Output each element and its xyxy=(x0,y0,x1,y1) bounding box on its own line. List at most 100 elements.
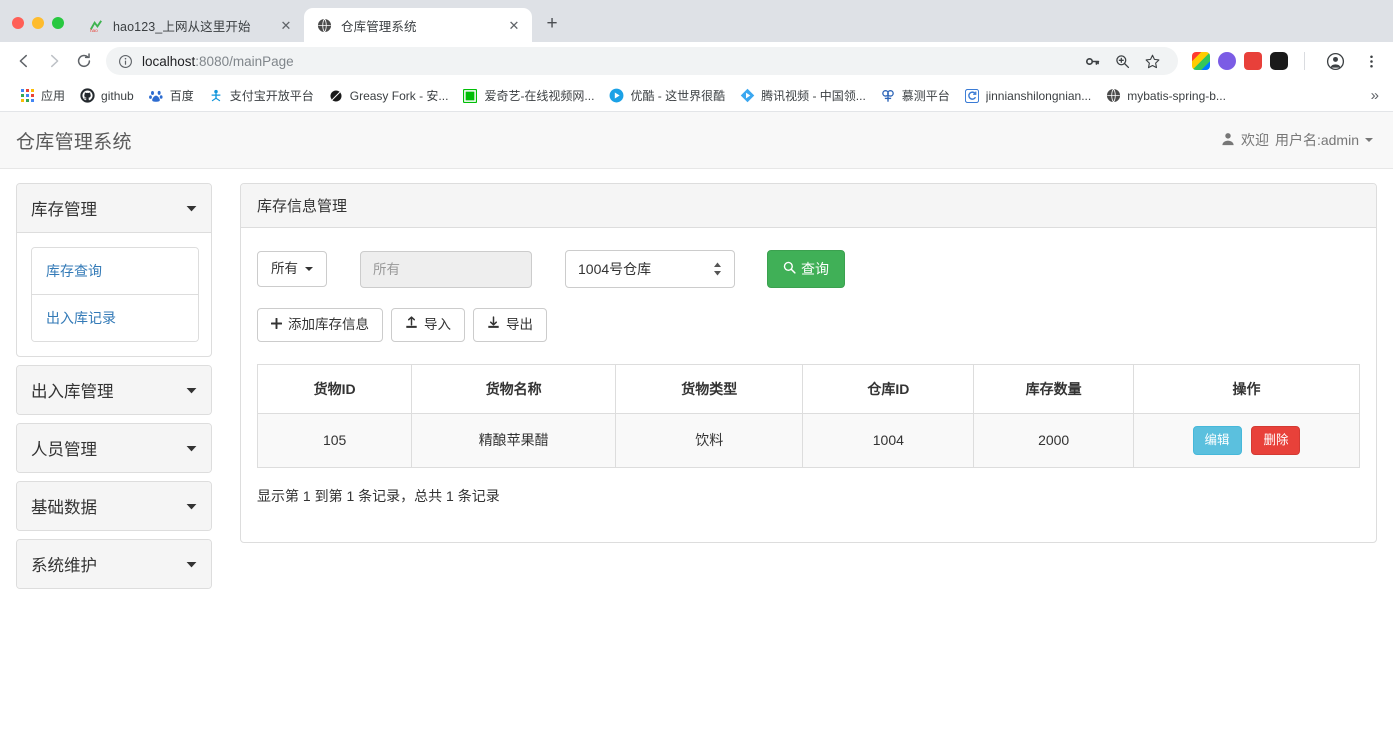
sidebar-group-maintenance-header[interactable]: 系统维护 xyxy=(17,540,211,588)
browser-window: hao hao123_上网从这里开始 ✕ 仓库管理系统 ✕ + localhos… xyxy=(0,0,1393,747)
column-header-goods-type[interactable]: 货物类型 xyxy=(615,364,804,414)
caret-down-icon xyxy=(305,267,313,272)
extension-purple-r-icon[interactable] xyxy=(1218,52,1236,70)
bookmark-label: github xyxy=(101,88,134,103)
info-circle-icon[interactable] xyxy=(118,54,133,69)
import-button[interactable]: 导入 xyxy=(391,308,465,342)
bookmark-greasyfork[interactable]: Greasy Fork - 安... xyxy=(321,84,456,107)
warehouse-select-value: 1004号仓库 xyxy=(578,261,652,278)
extension-fe-icon[interactable] xyxy=(1244,52,1262,70)
new-tab-button[interactable]: + xyxy=(538,10,566,38)
bookmark-label: 腾讯视频 - 中国领... xyxy=(761,89,866,103)
mooctest-icon xyxy=(880,88,896,104)
extension-colorful-icon[interactable] xyxy=(1192,52,1210,70)
back-icon[interactable] xyxy=(10,47,38,75)
app-body: 库存管理 库存查询 出入库记录 出入库管理 人员管理 基础数据 系统维护 库存信… xyxy=(0,169,1393,597)
export-icon xyxy=(487,316,500,334)
add-inventory-label: 添加库存信息 xyxy=(288,317,369,333)
sidebar-group-inout: 出入库管理 xyxy=(16,365,212,415)
bookmark-mybatis-spring[interactable]: mybatis-spring-b... xyxy=(1098,85,1233,107)
cell-quantity: 2000 xyxy=(973,413,1135,468)
bookmark-alipay[interactable]: 支付宝开放平台 xyxy=(201,84,321,107)
url-path: :8080/mainPage xyxy=(195,53,294,69)
search-button-label: 查询 xyxy=(801,261,829,277)
inventory-table: 货物ID 货物名称 货物类型 仓库ID 库存数量 操作 105 精酿苹果醋 饮料… xyxy=(257,363,1360,468)
user-menu[interactable]: 欢迎 用户名:admin xyxy=(1221,130,1373,150)
bookmark-iqiyi[interactable]: 爱奇艺-在线视频网... xyxy=(455,84,601,107)
plus-icon xyxy=(270,316,283,334)
export-button[interactable]: 导出 xyxy=(473,308,547,342)
sidebar-group-basedata: 基础数据 xyxy=(16,481,212,531)
sidebar-group-basedata-header[interactable]: 基础数据 xyxy=(17,482,211,530)
minimize-window-button[interactable] xyxy=(32,17,44,29)
caret-down-icon xyxy=(186,381,197,400)
add-inventory-button[interactable]: 添加库存信息 xyxy=(257,308,383,342)
svg-text:hao: hao xyxy=(89,28,97,33)
column-header-warehouse-id[interactable]: 仓库ID xyxy=(802,364,975,414)
reload-icon[interactable] xyxy=(70,47,98,75)
search-button[interactable]: 查询 xyxy=(767,250,845,289)
generic-blue-icon xyxy=(964,88,980,104)
bookmark-baidu[interactable]: 百度 xyxy=(141,84,201,107)
export-label: 导出 xyxy=(506,317,533,333)
cell-goods-name: 精酿苹果醋 xyxy=(411,413,617,468)
bookmark-github[interactable]: github xyxy=(72,85,141,107)
keyword-input[interactable] xyxy=(360,250,532,288)
baidu-icon xyxy=(148,88,164,104)
url-host: localhost xyxy=(142,53,196,69)
cell-warehouse-id: 1004 xyxy=(802,413,975,468)
sidebar-group-staff-header[interactable]: 人员管理 xyxy=(17,424,211,472)
globe-icon xyxy=(316,17,332,33)
close-icon[interactable]: ✕ xyxy=(278,17,294,33)
sidebar-group-inventory: 库存管理 库存查询 出入库记录 xyxy=(16,183,212,357)
sidebar-group-staff: 人员管理 xyxy=(16,423,212,473)
app-brand-title[interactable]: 仓库管理系统 xyxy=(16,127,132,154)
key-icon[interactable] xyxy=(1078,47,1106,75)
bookmark-youku[interactable]: 优酷 - 这世界很酷 xyxy=(601,84,732,107)
content-area: 库存信息管理 所有 1004号仓库 xyxy=(240,183,1377,543)
extension-black-icon[interactable] xyxy=(1270,52,1288,70)
alipay-icon xyxy=(208,88,224,104)
bookmarks-overflow-button[interactable]: » xyxy=(1365,87,1385,104)
profile-avatar-icon[interactable] xyxy=(1321,47,1349,75)
sidebar-item-inout-records[interactable]: 出入库记录 xyxy=(32,295,198,341)
column-header-operations[interactable]: 操作 xyxy=(1133,364,1360,414)
column-header-goods-id[interactable]: 货物ID xyxy=(257,364,413,414)
kebab-menu-icon[interactable] xyxy=(1357,47,1385,75)
bookmark-apps[interactable]: 应用 xyxy=(12,84,72,107)
table-row[interactable]: 105 精酿苹果醋 饮料 1004 2000 编辑 删除 xyxy=(257,413,1360,468)
delete-button[interactable]: 删除 xyxy=(1251,425,1301,455)
maximize-window-button[interactable] xyxy=(52,17,64,29)
globe-icon xyxy=(1105,88,1121,104)
address-bar[interactable]: localhost:8080/mainPage xyxy=(106,47,1178,75)
sidebar-group-inventory-header[interactable]: 库存管理 xyxy=(17,184,211,232)
sidebar-group-inout-header[interactable]: 出入库管理 xyxy=(17,366,211,414)
category-dropdown-button[interactable]: 所有 xyxy=(257,251,327,287)
bookmark-label: 优酷 - 这世界很酷 xyxy=(630,89,726,103)
cell-goods-id: 105 xyxy=(257,413,413,468)
star-icon[interactable] xyxy=(1138,47,1166,75)
table-header: 货物ID 货物名称 货物类型 仓库ID 库存数量 操作 xyxy=(257,364,1360,414)
sidebar-item-inventory-query[interactable]: 库存查询 xyxy=(32,248,198,295)
bookmark-jinnianshilongnian[interactable]: jinnianshilongnian... xyxy=(957,85,1098,107)
sidebar-accordion: 库存管理 库存查询 出入库记录 出入库管理 人员管理 基础数据 系统维护 xyxy=(16,183,212,589)
bookmark-mooctest[interactable]: 慕测平台 xyxy=(873,84,957,107)
forward-icon[interactable] xyxy=(40,47,68,75)
close-window-button[interactable] xyxy=(12,17,24,29)
bookmark-label: jinnianshilongnian... xyxy=(985,88,1092,103)
bookmark-label: 支付宝开放平台 xyxy=(229,89,314,103)
bookmark-tencent-video[interactable]: 腾讯视频 - 中国领... xyxy=(732,84,873,107)
browser-tab-2[interactable]: 仓库管理系统 ✕ xyxy=(304,8,532,42)
zoom-in-icon[interactable] xyxy=(1108,47,1136,75)
card-body: 所有 1004号仓库 xyxy=(241,228,1376,526)
page-viewport: 仓库管理系统 欢迎 用户名:admin 库存管理 库存查询 出入库记录 出入库管… xyxy=(0,112,1393,747)
edit-button[interactable]: 编辑 xyxy=(1192,425,1242,455)
column-header-quantity[interactable]: 库存数量 xyxy=(973,364,1135,414)
column-header-goods-name[interactable]: 货物名称 xyxy=(411,364,617,414)
sidebar-group-title: 库存管理 xyxy=(31,201,97,219)
sidebar-group-title: 基础数据 xyxy=(31,499,97,517)
warehouse-select[interactable]: 1004号仓库 xyxy=(565,250,735,289)
bookmarks-bar: 应用 github 百度 支付宝开放平台 Greasy Fork - 安... xyxy=(0,80,1393,112)
close-icon[interactable]: ✕ xyxy=(506,17,522,33)
browser-tab-1[interactable]: hao hao123_上网从这里开始 ✕ xyxy=(76,8,304,42)
